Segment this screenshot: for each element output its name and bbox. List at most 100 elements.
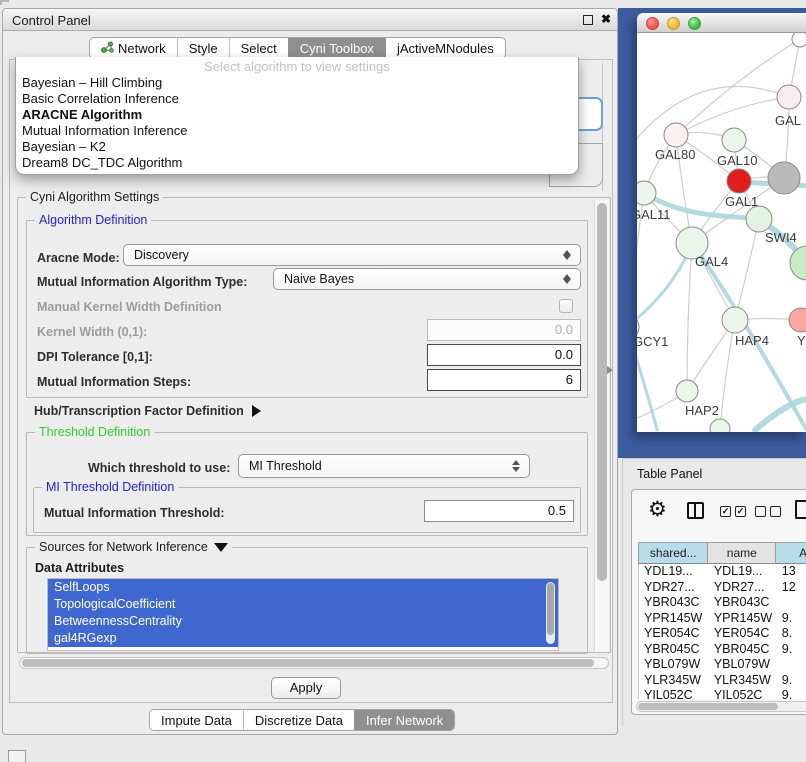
table-row[interactable]: YLR345WYLR345W9. — [639, 673, 806, 689]
network-node-gal1[interactable] — [727, 169, 751, 193]
dpi-tolerance-field[interactable]: 0.0 — [427, 344, 581, 366]
settings-hscrollbar-thumb[interactable] — [22, 659, 594, 667]
document-icon[interactable] — [795, 500, 806, 519]
zoom-traffic-light[interactable] — [688, 17, 701, 30]
algorithm-option-bayesian-k2[interactable]: Bayesian – K2 — [20, 139, 574, 155]
attribute-item-betweennesscentrality[interactable]: BetweennessCentrality — [48, 613, 558, 630]
network-node-label: GCY1 — [637, 334, 668, 349]
apply-button[interactable]: Apply — [271, 677, 341, 699]
data-attributes-list[interactable]: SelfLoopsTopologicalCoefficientBetweenne… — [47, 578, 559, 651]
mi-threshold-legend: MI Threshold Definition — [42, 480, 178, 494]
tab-impute-data[interactable]: Impute Data — [150, 710, 243, 730]
tab-cyni-toolbox[interactable]: Cyni Toolbox — [288, 38, 385, 58]
which-threshold-combobox[interactable]: MI Threshold — [238, 454, 530, 478]
table-panel-body: ⚙ ✓ ✓ shared...nameA YDL19...YDL19...13Y… — [631, 489, 806, 715]
algorithm-option-mutual-information-inference[interactable]: Mutual Information Inference — [20, 123, 574, 139]
table-cell: YBR043C — [639, 595, 709, 611]
stepper-down-icon[interactable] — [563, 255, 571, 260]
network-node[interactable] — [790, 246, 806, 280]
attribute-item-gal4rgexp[interactable]: gal4RGexp — [48, 630, 558, 647]
checked-checkbox-icon[interactable]: ✓ — [735, 506, 746, 517]
tab-style[interactable]: Style — [177, 38, 229, 58]
collapse-down-icon[interactable] — [214, 543, 228, 552]
splitter-collapse-icon[interactable] — [607, 366, 613, 374]
hub-definition-expander[interactable]: Hub/Transcription Factor Definition — [34, 404, 261, 418]
mi-algorithm-type-combobox[interactable]: Naive Bayes — [273, 268, 581, 290]
tab-label: Select — [241, 41, 277, 56]
table-row[interactable]: YDL19...YDL19...13 — [639, 564, 806, 580]
kernel-width-field[interactable]: 0.0 — [427, 319, 581, 341]
network-node-gal[interactable] — [777, 85, 801, 109]
tab-label: jActiveMNodules — [397, 41, 494, 56]
which-threshold-value: MI Threshold — [249, 459, 322, 473]
unchecked-checkbox-icon[interactable] — [770, 506, 781, 517]
manual-kernel-checkbox[interactable] — [559, 299, 573, 313]
network-node-y[interactable] — [789, 308, 806, 332]
table-cell — [777, 595, 806, 611]
tab-network[interactable]: Network — [90, 38, 177, 58]
expand-right-icon[interactable] — [252, 405, 261, 417]
checked-checkbox-icon[interactable]: ✓ — [720, 506, 731, 517]
stepper-icon[interactable] — [562, 245, 572, 265]
algorithm-option-dream8-dc-tdc-algorithm[interactable]: Dream8 DC_TDC Algorithm — [20, 155, 574, 171]
stepper-up-icon[interactable] — [512, 460, 520, 465]
minimize-traffic-light[interactable] — [667, 17, 680, 30]
network-canvas[interactable]: GALGAL80GAL10GAL1GAL11SWI4GAL4HAP4YGCY1H… — [637, 33, 806, 432]
table-hscrollbar[interactable] — [636, 701, 806, 712]
stepper-down-icon[interactable] — [512, 467, 520, 472]
table-cell: YBR045C — [709, 642, 777, 658]
stepper-down-icon[interactable] — [563, 279, 571, 284]
attribute-item-selfloops[interactable]: SelfLoops — [48, 579, 558, 596]
tab-select[interactable]: Select — [229, 38, 288, 58]
tab-infer-network[interactable]: Infer Network — [354, 710, 454, 730]
close-traffic-light[interactable] — [646, 17, 659, 30]
table-row[interactable]: YER054CYER054C8. — [639, 626, 806, 642]
network-node-hap4[interactable] — [722, 307, 748, 333]
table-row[interactable]: YIL052CYIL052C9. — [639, 688, 806, 699]
algorithm-option-basic-correlation-inference[interactable]: Basic Correlation Inference — [20, 91, 574, 107]
network-node[interactable] — [710, 419, 730, 432]
table-row[interactable]: YBR043CYBR043C — [639, 595, 806, 611]
unchecked-checkbox-icon[interactable] — [755, 506, 766, 517]
control-panel-tabs: NetworkStyle Select Cyni Toolbox jActiveMNo… — [89, 37, 506, 59]
network-node-gal10[interactable] — [722, 128, 746, 152]
settings-hscrollbar[interactable] — [19, 657, 609, 669]
algorithm-option-bayesian-hill-climbing[interactable]: Bayesian – Hill Climbing — [20, 75, 574, 91]
settings-scrollbar[interactable] — [594, 200, 609, 652]
float-window-icon[interactable] — [583, 15, 593, 25]
gear-icon[interactable]: ⚙ — [648, 497, 667, 522]
mi-steps-field[interactable]: 6 — [427, 369, 581, 391]
mi-threshold-field[interactable]: 0.5 — [424, 500, 574, 522]
table-hscrollbar-thumb[interactable] — [638, 703, 778, 710]
table-row[interactable]: YDR27...YDR27...12 — [639, 580, 806, 596]
list-scrollbar-thumb[interactable] — [547, 583, 554, 635]
list-scrollbar[interactable] — [546, 582, 555, 644]
network-node-label: GAL4 — [695, 254, 728, 269]
network-node-hap2[interactable] — [676, 380, 698, 402]
stepper-icon[interactable] — [511, 455, 521, 477]
column-header-name[interactable]: name — [708, 543, 776, 563]
tab-discretize-data[interactable]: Discretize Data — [243, 710, 354, 730]
network-node-gal80[interactable] — [664, 123, 688, 147]
algorithm-option-aracne-algorithm[interactable]: ARACNE Algorithm — [20, 107, 574, 123]
network-node-swi4[interactable] — [746, 206, 772, 232]
settings-scrollbar-thumb[interactable] — [597, 203, 607, 581]
tab-jactivemnodules[interactable]: jActiveMNodules — [385, 38, 505, 58]
table-row[interactable]: YBR045CYBR045C9. — [639, 642, 806, 658]
screen: Control Panel ✖ NetworkStyleSelectCyni T… — [0, 0, 806, 762]
table-row[interactable]: YPR145WYPR145W9. — [639, 611, 806, 627]
network-node-gal11[interactable] — [637, 181, 656, 205]
attribute-item-topologicalcoefficient[interactable]: TopologicalCoefficient — [48, 596, 558, 613]
stepper-icon[interactable] — [562, 269, 572, 289]
algorithm-definition-legend: Algorithm Definition — [35, 213, 151, 227]
network-node[interactable] — [768, 162, 800, 194]
column-header-shared[interactable]: shared... — [639, 543, 708, 563]
close-icon[interactable]: ✖ — [601, 12, 611, 26]
table-row[interactable]: YBL079WYBL079W — [639, 657, 806, 673]
network-node[interactable] — [792, 33, 806, 47]
network-node-label: GAL10 — [717, 153, 757, 168]
column-header-a[interactable]: A — [776, 543, 806, 563]
mi-steps-label: Mutual Information Steps: — [37, 375, 191, 389]
split-columns-icon[interactable] — [687, 502, 704, 519]
aracne-mode-combobox[interactable]: Discovery — [123, 244, 581, 266]
